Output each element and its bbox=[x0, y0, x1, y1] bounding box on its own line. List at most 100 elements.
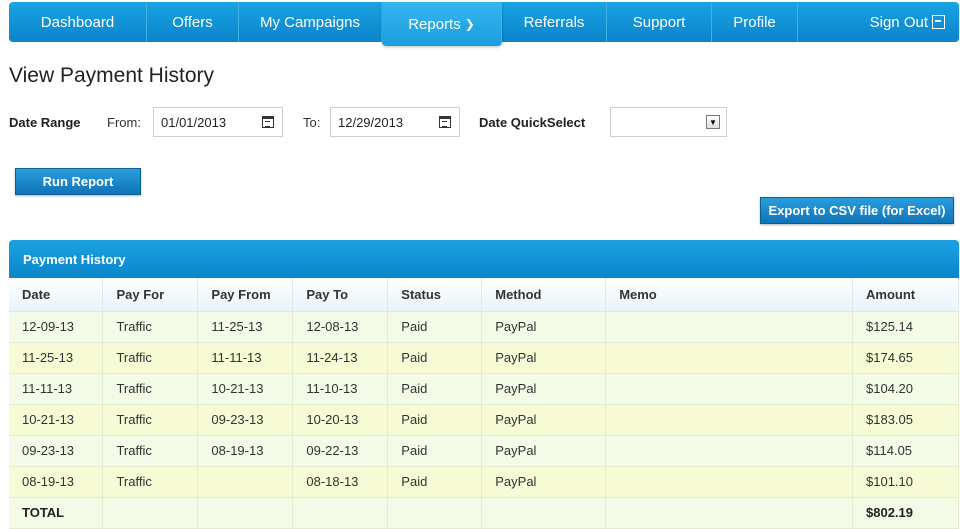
table-cell bbox=[605, 435, 853, 467]
nav-reports-label: Reports bbox=[408, 15, 461, 33]
to-date-field[interactable]: 12/29/2013 bbox=[330, 107, 460, 137]
table-cell: Paid bbox=[387, 311, 483, 343]
nav-sign-out[interactable]: Sign Out bbox=[798, 2, 959, 42]
run-report-button[interactable]: Run Report bbox=[15, 168, 141, 195]
table-cell: Paid bbox=[387, 373, 483, 405]
table-cell: Traffic bbox=[102, 435, 199, 467]
table-cell bbox=[481, 497, 607, 529]
chevron-down-icon: ❯ bbox=[464, 17, 475, 31]
table-cell: 08-19-13 bbox=[9, 466, 104, 498]
table-cell: PayPal bbox=[481, 342, 607, 374]
table-cell: Paid bbox=[387, 466, 483, 498]
nav-support-label: Support bbox=[632, 13, 686, 31]
nav-profile[interactable]: Profile bbox=[712, 2, 798, 42]
nav-dashboard-label: Dashboard bbox=[40, 13, 115, 31]
table-cell: Paid bbox=[387, 435, 483, 467]
table-cell: $183.05 bbox=[852, 404, 959, 436]
table-cell: 09-23-13 bbox=[9, 435, 104, 467]
column-header[interactable]: Pay From bbox=[197, 278, 294, 312]
nav-profile-label: Profile bbox=[733, 13, 776, 31]
to-date-value: 12/29/2013 bbox=[338, 114, 404, 130]
table-cell: 11-11-13 bbox=[9, 373, 104, 405]
top-nav: Dashboard Offers My Campaigns Reports ❯ R… bbox=[9, 2, 959, 46]
date-range-label: Date Range bbox=[9, 115, 81, 130]
table-cell: Traffic bbox=[102, 342, 199, 374]
table-cell bbox=[605, 466, 853, 498]
table-cell bbox=[197, 466, 294, 498]
table-cell: 11-25-13 bbox=[197, 311, 294, 343]
table-cell: Traffic bbox=[102, 466, 199, 498]
table-cell: $114.05 bbox=[852, 435, 959, 467]
table-cell bbox=[605, 311, 853, 343]
table-cell bbox=[387, 497, 483, 529]
table-cell: $101.10 bbox=[852, 466, 959, 498]
nav-support[interactable]: Support bbox=[607, 2, 712, 42]
table-cell bbox=[605, 497, 853, 529]
nav-sign-out-label: Sign Out bbox=[869, 13, 928, 31]
from-date-value: 01/01/2013 bbox=[161, 114, 227, 130]
total-row: TOTAL $802.19 bbox=[9, 497, 959, 529]
table-row: 11-25-13 Traffic 11-11-13 11-24-13 Paid … bbox=[9, 342, 959, 374]
table-row: 09-23-13 Traffic 08-19-13 09-22-13 Paid … bbox=[9, 435, 959, 467]
table-cell: 10-20-13 bbox=[292, 404, 389, 436]
table-cell: 12-09-13 bbox=[9, 311, 104, 343]
nav-offers-label: Offers bbox=[172, 13, 213, 31]
payment-history-header: Payment History bbox=[9, 240, 959, 278]
column-header[interactable]: Amount bbox=[852, 278, 959, 312]
quickselect-label: Date QuickSelect bbox=[479, 115, 586, 130]
nav-my-campaigns[interactable]: My Campaigns bbox=[239, 2, 382, 42]
table-cell: 11-11-13 bbox=[197, 342, 294, 374]
table-title: Payment History bbox=[23, 251, 126, 267]
table-cell: Traffic bbox=[102, 311, 199, 343]
table-cell: $104.20 bbox=[852, 373, 959, 405]
nav-my-campaigns-label: My Campaigns bbox=[259, 13, 361, 31]
table-row: 10-21-13 Traffic 09-23-13 10-20-13 Paid … bbox=[9, 404, 959, 436]
column-header[interactable]: Status bbox=[387, 278, 483, 312]
column-header[interactable]: Method bbox=[481, 278, 607, 312]
to-label: To: bbox=[303, 115, 321, 130]
table-row: 11-11-13 Traffic 10-21-13 11-10-13 Paid … bbox=[9, 373, 959, 405]
table-cell: 09-22-13 bbox=[292, 435, 389, 467]
calendar-icon[interactable] bbox=[439, 116, 451, 128]
table-cell: 11-10-13 bbox=[292, 373, 389, 405]
table-cell: PayPal bbox=[481, 373, 607, 405]
export-csv-button[interactable]: Export to CSV file (for Excel) bbox=[760, 197, 954, 224]
table-row: 08-19-13 Traffic 08-18-13 Paid PayPal $1… bbox=[9, 466, 959, 498]
table-cell: $174.65 bbox=[852, 342, 959, 374]
table-cell: Paid bbox=[387, 404, 483, 436]
table-cell bbox=[102, 497, 199, 529]
quickselect-dropdown[interactable]: ▼ bbox=[610, 107, 727, 137]
table-cell: PayPal bbox=[481, 311, 607, 343]
column-header[interactable]: Date bbox=[9, 278, 104, 312]
dropdown-arrow-icon[interactable]: ▼ bbox=[706, 115, 720, 129]
table-cell: Traffic bbox=[102, 373, 199, 405]
table-cell: Paid bbox=[387, 342, 483, 374]
table-cell: PayPal bbox=[481, 435, 607, 467]
page-title: View Payment History bbox=[9, 64, 215, 87]
nav-dashboard[interactable]: Dashboard bbox=[9, 2, 147, 42]
table-cell bbox=[605, 342, 853, 374]
total-value: $802.19 bbox=[852, 497, 959, 529]
calendar-icon[interactable] bbox=[262, 116, 274, 128]
table-cell: 12-08-13 bbox=[292, 311, 389, 343]
table-cell: 08-18-13 bbox=[292, 466, 389, 498]
table-cell: 11-24-13 bbox=[292, 342, 389, 374]
table-cell: Traffic bbox=[102, 404, 199, 436]
table-cell bbox=[605, 373, 853, 405]
table-cell bbox=[197, 497, 294, 529]
nav-offers[interactable]: Offers bbox=[147, 2, 239, 42]
nav-referrals-label: Referrals bbox=[523, 13, 585, 31]
table-cell: 11-25-13 bbox=[9, 342, 104, 374]
column-header[interactable]: Memo bbox=[605, 278, 853, 312]
table-cell: 09-23-13 bbox=[197, 404, 294, 436]
payment-history-table: Date Pay For Pay From Pay To Status Meth… bbox=[9, 278, 959, 529]
nav-reports[interactable]: Reports ❯ bbox=[382, 2, 502, 46]
from-date-field[interactable]: 01/01/2013 bbox=[153, 107, 283, 137]
table-cell: $125.14 bbox=[852, 311, 959, 343]
column-header[interactable]: Pay To bbox=[292, 278, 389, 312]
table-cell bbox=[292, 497, 389, 529]
column-header[interactable]: Pay For bbox=[102, 278, 199, 312]
nav-referrals[interactable]: Referrals bbox=[502, 2, 607, 42]
table-cell bbox=[605, 404, 853, 436]
from-label: From: bbox=[107, 115, 141, 130]
